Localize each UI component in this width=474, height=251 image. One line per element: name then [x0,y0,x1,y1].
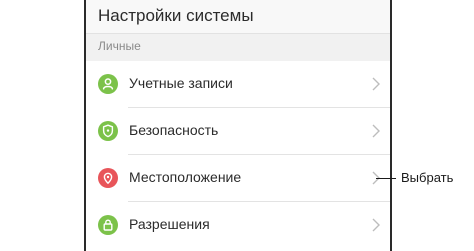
phone-frame: Настройки системы Личные Учетные записи [84,0,392,251]
settings-item-label: Учетные записи [129,75,233,91]
settings-header: Настройки системы [86,0,390,33]
callout-line [376,178,396,179]
location-pin-icon [98,168,118,188]
shield-icon [98,121,118,141]
settings-item-permissions[interactable]: Разрешения [86,202,390,249]
chevron-right-icon [372,218,380,232]
screen: Настройки системы Личные Учетные записи [0,0,474,251]
callout-label: Выбрать [401,170,454,185]
settings-item-accounts[interactable]: Учетные записи [86,61,390,108]
settings-item-location[interactable]: Местоположение [86,155,390,202]
settings-item-label: Безопасность [129,122,219,138]
settings-item-label: Разрешения [129,216,210,232]
section-header-personal: Личные [86,33,390,62]
page-title: Настройки системы [98,6,254,25]
chevron-right-icon [372,124,380,138]
settings-item-security[interactable]: Безопасность [86,108,390,155]
settings-item-label: Местоположение [129,169,242,185]
chevron-right-icon [372,77,380,91]
lock-icon [98,215,118,235]
account-icon [98,74,118,94]
section-label: Личные [98,39,141,53]
